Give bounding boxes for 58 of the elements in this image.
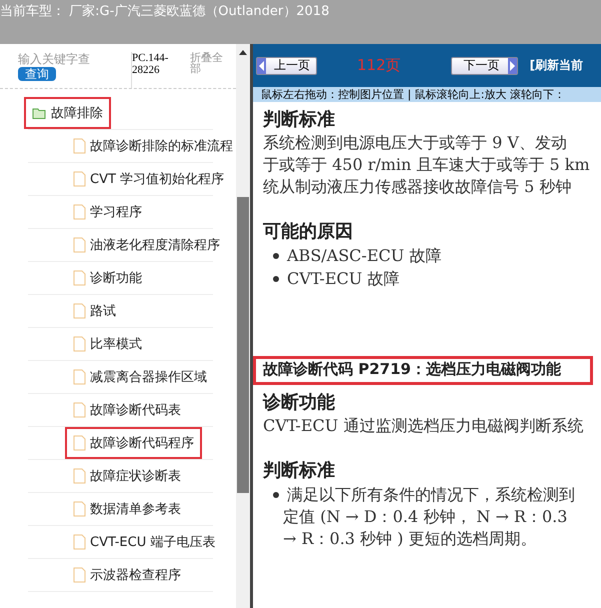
- code-title: 故障诊断代码 P2719：选档压力电磁阀功能: [253, 356, 593, 385]
- document-icon: [73, 171, 86, 187]
- body-text: 定值 (N → D：0.4 秒钟， N → R：0.3: [282, 506, 568, 528]
- tree-item[interactable]: 比率模式: [67, 333, 148, 355]
- tree-item[interactable]: 数据清单参考表: [67, 498, 187, 520]
- document-icon: [73, 138, 86, 154]
- document-icon: [73, 303, 86, 319]
- hint-bar: 鼠标左右拖动：控制图片位置 | 鼠标滚轮向上:放大 滚轮向下：: [253, 87, 601, 102]
- scrollbar[interactable]: [236, 44, 250, 608]
- bullet-icon: [273, 276, 279, 282]
- bullet-icon: [273, 252, 279, 258]
- search-button[interactable]: 查询: [18, 67, 56, 81]
- document-icon: [73, 270, 86, 286]
- document-icon: [73, 336, 86, 352]
- document-icon: [73, 567, 86, 583]
- tree-item[interactable]: 路试: [67, 300, 122, 322]
- section-heading: 诊断功能: [263, 391, 336, 415]
- tree-item[interactable]: 减震离合器操作区域: [67, 366, 213, 388]
- document-icon: [73, 369, 86, 385]
- document-icon: [73, 435, 86, 451]
- tree-item[interactable]: 故障诊断代码程序: [67, 429, 200, 457]
- body-text: 于或等于 450 r/min 且车速大于或等于 5 km: [263, 154, 591, 176]
- tree-item[interactable]: 诊断功能: [67, 267, 148, 289]
- document-icon: [73, 237, 86, 253]
- body-text: CVT-ECU 通过监测选档压力电磁阀判断系统: [263, 415, 584, 437]
- body-text: → R：0.3 秒钟 ) 更短的选档周期。: [282, 528, 538, 550]
- section-heading: 判断标准: [263, 108, 336, 132]
- bullet-icon: [273, 492, 279, 498]
- tree-item[interactable]: 故障症状诊断表: [67, 465, 187, 487]
- previous-page-button[interactable]: 上一页: [256, 56, 317, 74]
- tree-item[interactable]: CVT 学习值初始化程序: [67, 168, 230, 190]
- tree-item[interactable]: 示波器检查程序: [67, 564, 187, 586]
- document-icon: [73, 534, 86, 550]
- document-icon: [73, 468, 86, 484]
- body-text: 统从制动液压力传感器接收故障信号 5 秒钟: [263, 176, 572, 198]
- next-page-button[interactable]: 下一页: [450, 56, 518, 74]
- right-arrow-icon: [508, 58, 517, 74]
- section-heading: 判断标准: [263, 459, 336, 483]
- window-title: 当前车型： 厂家:G-广汽三菱欧蓝德（Outlander）2018: [0, 3, 330, 20]
- tree-item[interactable]: CVT-ECU 端子电压表: [67, 531, 222, 553]
- document-icon: [73, 204, 86, 220]
- bullet-item: CVT-ECU 故障: [287, 268, 400, 290]
- left-arrow-icon: [257, 58, 266, 74]
- tree-item[interactable]: 故障诊断排除的标准流程: [67, 135, 236, 157]
- document-icon: [73, 501, 86, 517]
- refresh-link[interactable]: [刷新当前: [530, 57, 584, 74]
- folder-icon: [32, 107, 47, 119]
- tree-item[interactable]: 油液老化程度清除程序: [67, 234, 226, 256]
- code-label: PC.144-28226: [131, 52, 180, 88]
- tree-item[interactable]: 学习程序: [67, 201, 148, 223]
- body-text: 系统检测到电源电压大于或等于 9 V、发动: [263, 132, 568, 154]
- bullet-item: 满足以下所有条件的情况下，系统检测到: [287, 484, 575, 506]
- tree-folder-item[interactable]: 故障排除: [26, 99, 109, 127]
- bullet-item: ABS/ASC-ECU 故障: [287, 245, 442, 267]
- tree-item[interactable]: 故障诊断代码表: [67, 399, 187, 421]
- document-icon: [73, 402, 86, 418]
- page-number: 112页: [357, 56, 401, 75]
- section-heading: 可能的原因: [263, 220, 354, 244]
